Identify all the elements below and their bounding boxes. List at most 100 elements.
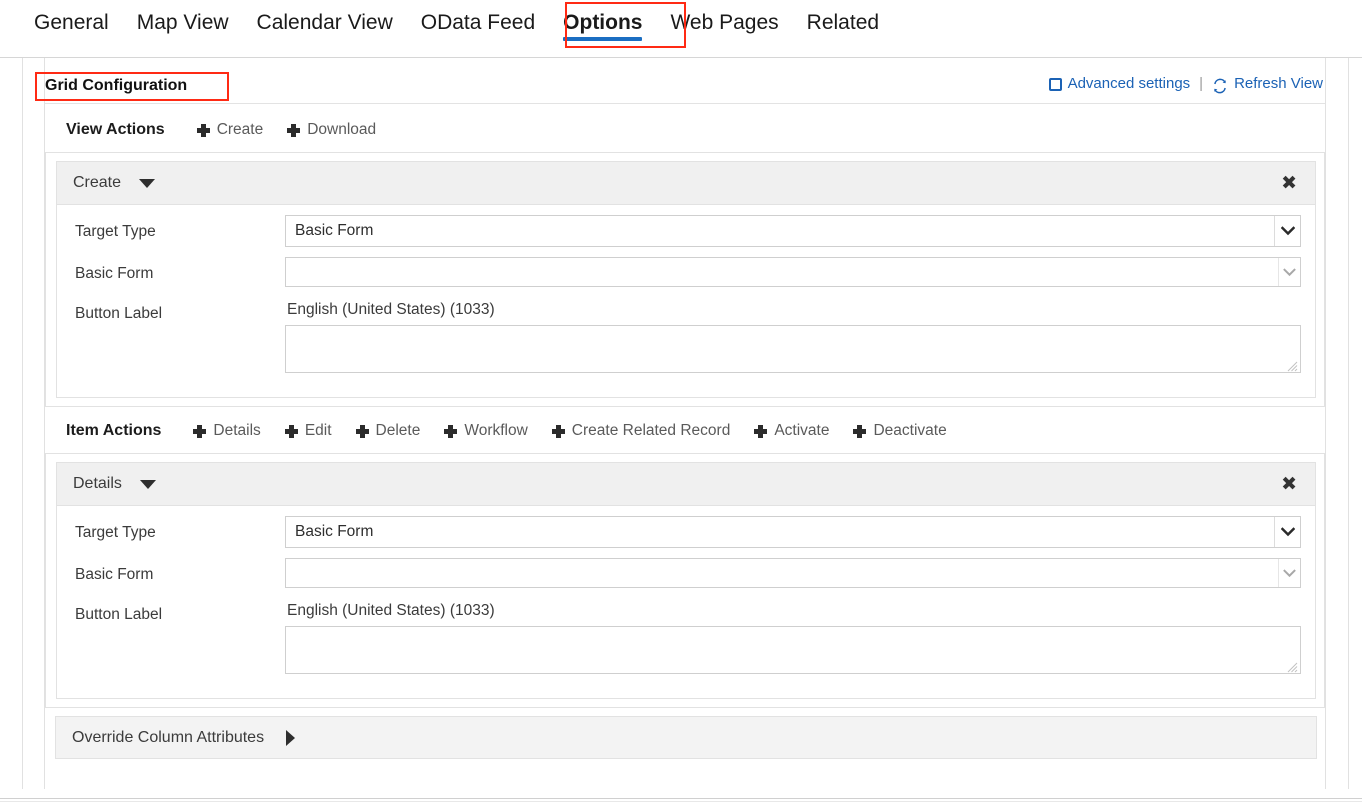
create-action-panel-title: Create xyxy=(73,174,121,192)
create-action-panel-header[interactable]: Create ✖ xyxy=(57,162,1315,205)
create-action-panel-body: Target Type Basic Form xyxy=(57,205,1315,397)
chevron-down-icon[interactable] xyxy=(139,179,155,188)
add-create-view-action-button[interactable]: Create xyxy=(197,121,264,139)
button-label: Deactivate xyxy=(873,422,946,440)
tab-calendar-view[interactable]: Calendar View xyxy=(243,0,407,43)
chevron-down-icon[interactable] xyxy=(1274,216,1300,246)
page-shell: Grid Configuration Advanced settings | xyxy=(0,58,1362,811)
view-actions-toolbar: View Actions Create Download xyxy=(45,110,1325,150)
create-target-type-row: Target Type Basic Form xyxy=(75,215,1301,247)
create-target-type-value: Basic Form xyxy=(286,222,1274,240)
refresh-icon xyxy=(1212,78,1228,94)
view-actions-title: View Actions xyxy=(66,121,165,139)
details-target-type-control: Basic Form xyxy=(285,516,1301,548)
tab-general[interactable]: General xyxy=(20,0,123,43)
details-button-label-label: Button Label xyxy=(75,598,285,624)
close-icon[interactable]: ✖ xyxy=(1277,172,1301,195)
details-button-label-language: English (United States) (1033) xyxy=(285,598,1301,626)
square-icon xyxy=(1049,78,1062,91)
details-action-panel-body: Target Type Basic Form xyxy=(57,506,1315,698)
plus-icon xyxy=(552,425,565,438)
tab-label: OData Feed xyxy=(421,11,535,34)
create-button-label-row: Button Label English (United States) (10… xyxy=(75,297,1301,373)
add-edit-item-action-button[interactable]: Edit xyxy=(285,422,332,440)
tab-related[interactable]: Related xyxy=(793,0,893,43)
chevron-down-icon[interactable] xyxy=(1278,559,1300,587)
link-separator: | xyxy=(1199,75,1203,92)
chevron-down-icon[interactable] xyxy=(140,480,156,489)
plus-icon xyxy=(197,124,210,137)
add-details-item-action-button[interactable]: Details xyxy=(193,422,260,440)
add-activate-item-action-button[interactable]: Activate xyxy=(754,422,829,440)
plus-icon xyxy=(754,425,767,438)
tab-odata-feed[interactable]: OData Feed xyxy=(407,0,549,43)
button-label: Create xyxy=(217,121,264,139)
details-target-type-select[interactable]: Basic Form xyxy=(285,516,1301,548)
add-create-related-record-item-action-button[interactable]: Create Related Record xyxy=(552,422,731,440)
header-actions: Advanced settings | Refresh View xyxy=(1049,75,1323,92)
tab-options[interactable]: Options xyxy=(549,0,656,43)
refresh-view-link[interactable]: Refresh View xyxy=(1212,75,1323,92)
item-actions-title: Item Actions xyxy=(66,422,161,440)
tab-map-view[interactable]: Map View xyxy=(123,0,243,43)
create-button-label-control: English (United States) (1033) xyxy=(285,297,1301,373)
tab-label: Related xyxy=(807,11,879,34)
details-basic-form-lookup[interactable] xyxy=(285,558,1301,588)
details-action-panel-header[interactable]: Details ✖ xyxy=(57,463,1315,506)
details-button-label-control: English (United States) (1033) xyxy=(285,598,1301,674)
create-basic-form-lookup[interactable] xyxy=(285,257,1301,287)
create-target-type-control: Basic Form xyxy=(285,215,1301,247)
create-basic-form-control xyxy=(285,257,1301,287)
override-column-attributes-header[interactable]: Override Column Attributes xyxy=(55,716,1317,759)
plus-icon xyxy=(287,124,300,137)
create-action-panel: Create ✖ Target Type Basic Form xyxy=(56,161,1316,398)
button-label: Download xyxy=(307,121,376,139)
resize-handle-icon[interactable] xyxy=(1287,660,1298,671)
item-actions-toolbar: Item Actions Details Edit Delete Workflo… xyxy=(45,411,1325,451)
add-workflow-item-action-button[interactable]: Workflow xyxy=(444,422,527,440)
resize-handle-icon[interactable] xyxy=(1287,359,1298,370)
add-delete-item-action-button[interactable]: Delete xyxy=(356,422,421,440)
create-button-label-textarea[interactable] xyxy=(285,325,1301,373)
chevron-down-icon[interactable] xyxy=(1278,258,1300,286)
create-target-type-label: Target Type xyxy=(75,215,285,241)
details-action-panel: Details ✖ Target Type Basic Form xyxy=(56,462,1316,699)
details-basic-form-row: Basic Form xyxy=(75,558,1301,588)
app-root: General Map View Calendar View OData Fee… xyxy=(0,0,1362,811)
details-button-label-row: Button Label English (United States) (10… xyxy=(75,598,1301,674)
plus-icon xyxy=(356,425,369,438)
create-button-label-label: Button Label xyxy=(75,297,285,323)
close-icon[interactable]: ✖ xyxy=(1277,473,1301,496)
button-label: Details xyxy=(213,422,260,440)
button-label: Workflow xyxy=(464,422,527,440)
details-button-label-textarea[interactable] xyxy=(285,626,1301,674)
create-basic-form-label: Basic Form xyxy=(75,257,285,283)
button-label: Create Related Record xyxy=(572,422,731,440)
item-actions-panel-container: Details ✖ Target Type Basic Form xyxy=(45,453,1325,708)
layout-divider-right-inner xyxy=(1325,58,1326,789)
plus-icon xyxy=(285,425,298,438)
layout-divider-right-outer xyxy=(1348,58,1349,789)
chevron-right-icon[interactable] xyxy=(286,730,295,746)
grid-configuration-content: View Actions Create Download Create ✖ xyxy=(45,110,1325,789)
details-basic-form-label: Basic Form xyxy=(75,558,285,584)
advanced-settings-link[interactable]: Advanced settings xyxy=(1049,75,1191,92)
chevron-down-icon[interactable] xyxy=(1274,517,1300,547)
grid-configuration-header: Grid Configuration Advanced settings | xyxy=(45,72,1325,106)
tab-label: Options xyxy=(563,11,642,34)
plus-icon xyxy=(853,425,866,438)
button-label: Edit xyxy=(305,422,332,440)
page-title: Grid Configuration xyxy=(45,72,191,100)
details-target-type-label: Target Type xyxy=(75,516,285,542)
add-deactivate-item-action-button[interactable]: Deactivate xyxy=(853,422,946,440)
add-download-view-action-button[interactable]: Download xyxy=(287,121,376,139)
view-actions-panel-container: Create ✖ Target Type Basic Form xyxy=(45,152,1325,407)
create-button-label-language: English (United States) (1033) xyxy=(285,297,1301,325)
tab-web-pages[interactable]: Web Pages xyxy=(656,0,792,43)
advanced-settings-label: Advanced settings xyxy=(1068,75,1191,92)
active-tab-indicator xyxy=(563,37,642,41)
refresh-view-label: Refresh View xyxy=(1234,75,1323,92)
tab-label: Calendar View xyxy=(257,11,393,34)
header-rule xyxy=(45,103,1325,104)
create-target-type-select[interactable]: Basic Form xyxy=(285,215,1301,247)
